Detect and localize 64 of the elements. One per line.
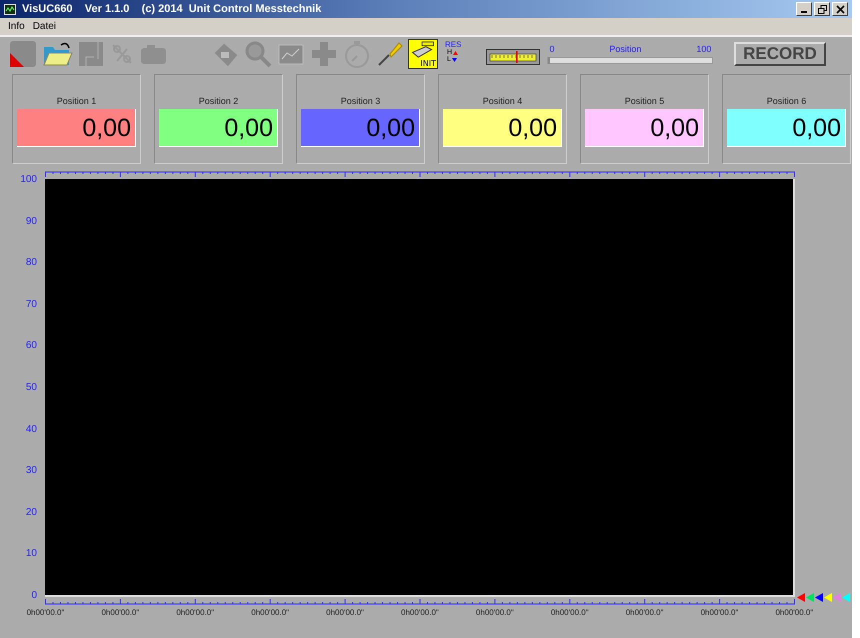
slider-max-label: 100 (696, 44, 712, 54)
axis-label: 0h00'00.0" (176, 608, 214, 617)
axis-label: 0h00'00.0" (775, 608, 814, 617)
axis-label: 0h00'00.0" (626, 608, 664, 617)
stop-icon[interactable] (8, 39, 38, 69)
position-label: Position 3 (340, 96, 380, 106)
slider-label: Position (609, 44, 642, 54)
position-label: Position 2 (198, 96, 238, 106)
close-button[interactable] (832, 2, 848, 16)
restore-icon (818, 4, 826, 14)
app-icon (4, 4, 16, 14)
up-arrow-icon[interactable] (453, 50, 458, 54)
init-button[interactable]: INIT (408, 39, 438, 69)
down-arrow-icon[interactable] (452, 58, 457, 62)
axis-label: 0h00'00.0" (326, 608, 364, 617)
search-icon[interactable] (243, 39, 273, 69)
position-slider[interactable] (547, 57, 714, 64)
channel-marker-icon[interactable] (842, 593, 850, 602)
axis-label: 0h00'00.0" (476, 608, 514, 617)
value-display: 0,00 (301, 109, 420, 147)
value-display: 0,00 (17, 109, 136, 147)
axis-label: 60 (26, 340, 37, 352)
axis-label: 30 (26, 465, 37, 478)
axis-label: 50 (26, 382, 37, 394)
record-button[interactable]: RECORD (734, 42, 826, 66)
axis-label: 0h00'00.0" (101, 608, 140, 617)
axis-label: 0h00'00.0" (251, 608, 289, 617)
menu-item[interactable]: Datei (28, 21, 60, 32)
channel-marker-icon[interactable] (806, 593, 814, 602)
plus-icon[interactable] (309, 39, 339, 69)
channel-marker-icon[interactable] (797, 593, 805, 602)
axis-label: 40 (26, 424, 37, 436)
slider-thumb[interactable] (548, 57, 550, 64)
res-label: RES (445, 40, 462, 49)
channel-marker-icon[interactable] (833, 593, 841, 602)
channel-marker-icon[interactable] (824, 593, 832, 602)
menu-item[interactable]: Info (4, 21, 29, 32)
position-label: Position 6 (766, 96, 806, 106)
axis-label: 100 (20, 174, 37, 186)
slider-min-label: 0 (549, 44, 554, 54)
axis-label: 0h00'00.0" (550, 608, 589, 617)
channel-marker-icon[interactable] (815, 593, 823, 602)
position-label: Position 4 (482, 96, 522, 106)
save-icon[interactable] (76, 39, 106, 69)
position-label: Position 1 (56, 96, 96, 106)
value-display: 0,00 (159, 109, 278, 147)
axis-label: 0h00'00.0" (700, 608, 738, 617)
axis-label: 10 (26, 548, 37, 560)
axis-label: 0h00'00.0" (401, 608, 439, 617)
value-display: 0,00 (443, 109, 562, 147)
value-display: 0,00 (727, 109, 846, 147)
meter-icon (486, 49, 540, 65)
position-label: Position 5 (624, 96, 664, 106)
window-title: VisUC660 Ver 1.1.0 (c) 2014 Unit Control Messtechnik (22, 3, 322, 15)
restore-button[interactable] (814, 2, 830, 16)
axis-label: 20 (26, 506, 37, 519)
axis-label: 0 (31, 590, 37, 602)
axis-label: 0h00'00.0" (26, 608, 64, 617)
axis-label: 80 (26, 257, 37, 270)
value-display: 0,00 (585, 109, 704, 147)
minimize-button[interactable] (796, 2, 812, 16)
close-icon (836, 4, 844, 14)
axis-label: 70 (26, 298, 37, 311)
axis-label: 90 (26, 216, 37, 228)
